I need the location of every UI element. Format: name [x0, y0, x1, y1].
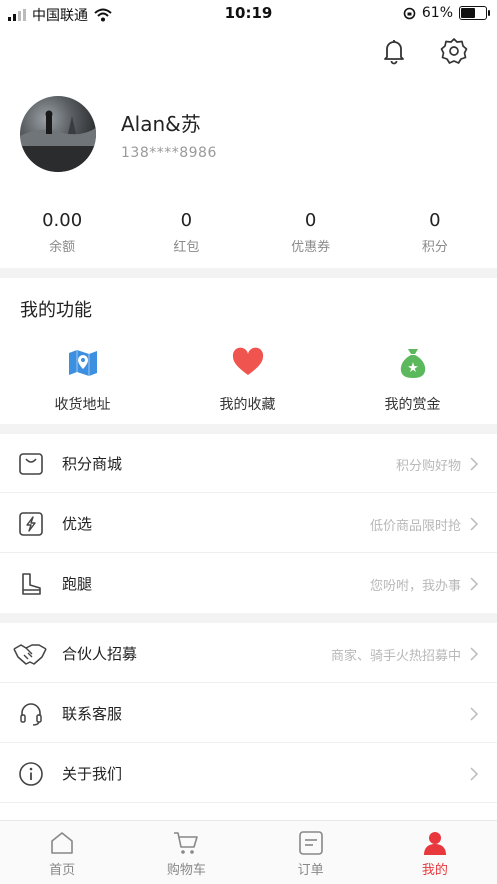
menu-item-title: 优选	[62, 515, 93, 533]
order-icon	[298, 830, 324, 856]
tab-mine[interactable]: 我的	[373, 821, 497, 884]
feature-label: 我的赏金	[384, 397, 441, 413]
chevron-right-icon	[469, 706, 479, 721]
tab-label: 订单	[297, 863, 324, 878]
stat-label: 优惠券	[291, 240, 331, 255]
section-divider	[0, 424, 497, 434]
rotation-lock-icon	[403, 7, 416, 19]
menu-item-points-mall[interactable]: 积分商城 积分购好物	[0, 434, 497, 493]
feature-label: 收货地址	[54, 397, 111, 413]
headset-icon	[18, 701, 44, 727]
tab-label: 首页	[49, 863, 76, 878]
battery-percent: 61%	[421, 5, 453, 21]
username: Alan&苏	[121, 112, 201, 136]
menu-item-customer-service[interactable]: 联系客服	[0, 684, 497, 743]
status-bar: 中国联通 10:19 61%	[0, 0, 497, 26]
stat-value: 0.00	[42, 210, 83, 231]
stat-label: 余额	[49, 240, 76, 255]
menu-item-title: 合伙人招募	[62, 645, 138, 663]
menu-item-about[interactable]: 关于我们	[0, 744, 497, 803]
bell-icon[interactable]	[379, 36, 409, 66]
bottom-tab-bar: 首页 购物车 订单 我的	[0, 820, 497, 884]
phone-number: 138****8986	[121, 145, 217, 161]
menu-item-title: 联系客服	[62, 705, 123, 723]
feature-bounty[interactable]: 我的赏金	[330, 346, 495, 414]
menu-item-hint: 商家、骑手火热招募中	[330, 649, 461, 664]
menu-item-partner[interactable]: 合伙人招募 商家、骑手火热招募中	[0, 624, 497, 683]
tab-label: 我的	[421, 863, 448, 878]
handshake-icon	[12, 641, 48, 667]
heart-icon	[231, 346, 265, 380]
section-divider	[0, 268, 497, 278]
chevron-right-icon	[469, 646, 479, 661]
tab-label: 购物车	[166, 863, 206, 878]
stat-red-packet[interactable]: 0 红包	[124, 210, 248, 255]
menu-item-preferred[interactable]: 优选 低价商品限时抢	[0, 494, 497, 553]
chevron-right-icon	[469, 516, 479, 531]
boot-icon	[18, 571, 44, 597]
tab-orders[interactable]: 订单	[249, 821, 373, 884]
battery-icon	[459, 6, 490, 20]
stat-value: 0	[429, 210, 441, 231]
section-title: 我的功能	[20, 300, 92, 321]
home-icon	[49, 830, 75, 856]
chevron-right-icon	[469, 576, 479, 591]
menu-item-hint: 您吩咐，我办事	[369, 579, 461, 594]
feature-favorites[interactable]: 我的收藏	[165, 346, 330, 414]
feature-grid: 收货地址 我的收藏 我的赏金	[0, 346, 497, 414]
lightning-icon	[18, 511, 44, 537]
info-icon	[18, 761, 44, 787]
chevron-right-icon	[469, 456, 479, 471]
money-bag-icon	[396, 346, 430, 380]
tab-cart[interactable]: 购物车	[124, 821, 248, 884]
menu-item-hint: 积分购好物	[395, 459, 461, 474]
feature-address[interactable]: 收货地址	[0, 346, 165, 414]
menu-item-errand[interactable]: 跑腿 您吩咐，我办事	[0, 554, 497, 613]
stat-label: 积分	[421, 240, 448, 255]
stat-label: 红包	[173, 240, 200, 255]
user-icon	[422, 830, 448, 856]
chevron-right-icon	[469, 766, 479, 781]
stat-balance[interactable]: 0.00 余额	[0, 210, 124, 255]
tab-home[interactable]: 首页	[0, 821, 124, 884]
feature-label: 我的收藏	[219, 397, 276, 413]
menu-item-title: 积分商城	[62, 455, 123, 473]
cart-icon	[173, 830, 199, 856]
shopping-bag-icon	[18, 451, 44, 477]
avatar[interactable]	[20, 96, 96, 172]
menu-item-title: 跑腿	[62, 575, 93, 593]
account-stats: 0.00 余额 0 红包 0 优惠券 0 积分	[0, 210, 497, 255]
section-divider	[0, 613, 497, 623]
stat-value: 0	[180, 210, 193, 231]
stat-points[interactable]: 0 积分	[373, 210, 497, 255]
map-icon	[66, 346, 100, 380]
stat-coupons[interactable]: 0 优惠券	[249, 210, 373, 255]
stat-value: 0	[304, 210, 317, 231]
menu-item-hint: 低价商品限时抢	[369, 519, 461, 534]
settings-icon[interactable]	[439, 36, 469, 66]
menu-item-title: 关于我们	[62, 765, 123, 783]
